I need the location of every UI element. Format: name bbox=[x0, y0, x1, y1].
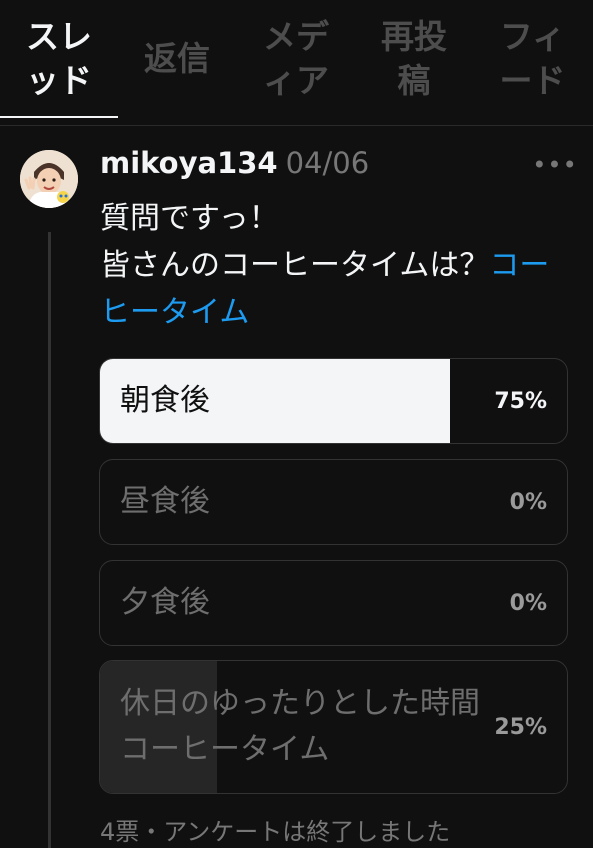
tab-feeds[interactable]: フィ ード bbox=[472, 0, 593, 118]
more-options-button[interactable]: ••• bbox=[532, 148, 578, 182]
tab-feeds-label: フィ ード bbox=[499, 17, 566, 100]
profile-tab-bar: スレ ッド 返信 メデ ィア 再投 稿 フィ ード bbox=[0, 0, 593, 118]
tab-replies[interactable]: 返信 bbox=[118, 0, 236, 118]
post-line-1: 質問ですっ！ bbox=[100, 201, 279, 236]
tab-reposts-label: 再投 稿 bbox=[381, 17, 447, 100]
post-username[interactable]: mikoya134 bbox=[100, 146, 278, 180]
poll-option-1[interactable]: 朝食後 75% bbox=[99, 358, 568, 444]
poll-option-3-percent: 0% bbox=[509, 590, 547, 616]
tab-reposts[interactable]: 再投 稿 bbox=[356, 0, 472, 118]
post-date: 04/06 bbox=[285, 146, 370, 180]
avatar-image bbox=[20, 150, 78, 208]
poll-option-1-label: 朝食後 bbox=[120, 383, 210, 418]
post-line-2-text: 皆さんのコーヒータイムは？ bbox=[100, 248, 490, 283]
tab-replies-label: 返信 bbox=[144, 39, 210, 78]
poll-option-2[interactable]: 昼食後 0% bbox=[99, 459, 568, 545]
more-horizontal-icon: ••• bbox=[532, 151, 578, 179]
poll-footer: 4票・アンケートは終了しました bbox=[100, 818, 451, 846]
avatar[interactable] bbox=[20, 150, 78, 208]
poll-option-4[interactable]: 休日のゆったりとした時間コーヒータイム 25% bbox=[99, 660, 568, 794]
post-header: mikoya134 04/06 bbox=[100, 146, 369, 186]
poll-option-4-percent: 25% bbox=[494, 714, 547, 740]
thread-line bbox=[48, 232, 51, 848]
poll-option-4-label: 休日のゆったりとした時間コーヒータイム bbox=[120, 686, 480, 767]
poll-option-1-percent: 75% bbox=[494, 388, 547, 414]
poll-option-3[interactable]: 夕食後 0% bbox=[99, 560, 568, 646]
tab-divider bbox=[0, 125, 593, 126]
tab-threads[interactable]: スレ ッド bbox=[0, 0, 118, 118]
poll-option-2-percent: 0% bbox=[509, 489, 547, 515]
post-line-2: 皆さんのコーヒータイムは？コーヒータイム bbox=[100, 242, 570, 336]
poll-option-3-label: 夕食後 bbox=[120, 585, 210, 620]
tab-media-label: メデ ィア bbox=[263, 17, 329, 100]
tab-media[interactable]: メデ ィア bbox=[236, 0, 356, 118]
tab-threads-label: スレ ッド bbox=[26, 17, 92, 100]
post-body: 質問ですっ！ 皆さんのコーヒータイムは？コーヒータイム bbox=[100, 195, 570, 336]
poll-option-2-label: 昼食後 bbox=[120, 484, 210, 519]
